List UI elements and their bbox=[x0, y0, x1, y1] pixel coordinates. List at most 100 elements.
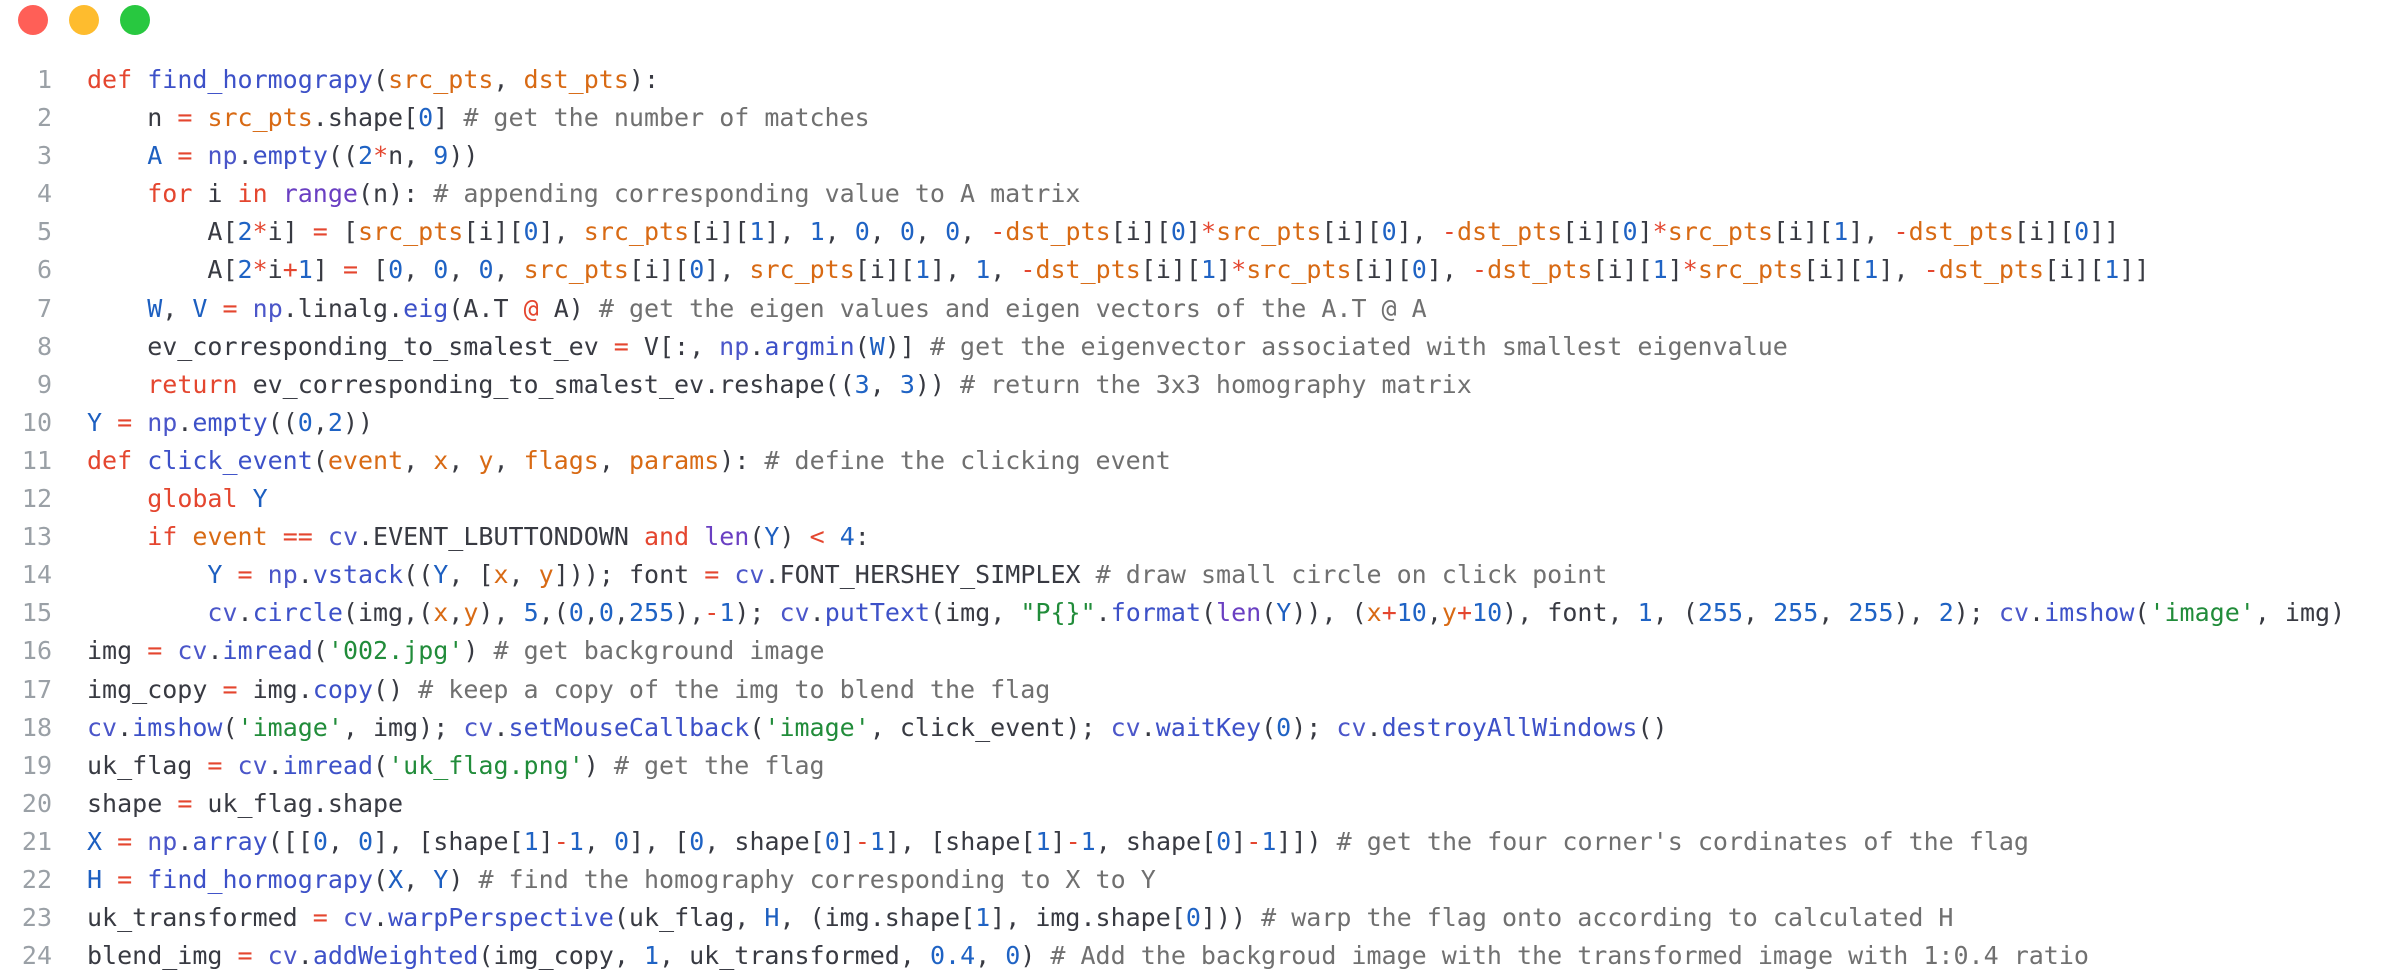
line-number: 8 bbox=[36, 331, 52, 361]
code-token: eig bbox=[403, 293, 449, 323]
code-token: = bbox=[207, 750, 223, 780]
code-line-text: uk_flag = cv.imread('uk_flag.png') # get… bbox=[87, 747, 825, 785]
code-token: ( bbox=[749, 712, 765, 742]
code-token: 0 bbox=[568, 598, 584, 628]
code-token: 0 bbox=[824, 826, 840, 856]
code-token: # return the 3x3 homography matrix bbox=[960, 369, 1472, 399]
code-token: , bbox=[162, 293, 193, 323]
line-number: 23 bbox=[21, 903, 52, 933]
code-token: dst_pts bbox=[523, 65, 629, 94]
code-token: ])); font bbox=[553, 560, 705, 590]
code-token: 255 bbox=[1848, 598, 1894, 628]
code-token: [ bbox=[358, 255, 389, 285]
code-token: src_pts bbox=[357, 217, 464, 247]
code-token: ] bbox=[1050, 826, 1066, 856]
code-token: 0 bbox=[1622, 217, 1638, 247]
code-token: ], bbox=[764, 217, 810, 247]
code-token: # get the flag bbox=[613, 750, 825, 780]
code-line-text: W, V = np.linalg.eig(A.T @ A) # get the … bbox=[87, 290, 1426, 328]
code-token: 10 bbox=[1472, 598, 1503, 628]
code-token: params bbox=[628, 445, 720, 475]
code-token: imshow bbox=[132, 712, 223, 742]
code-token: 0 bbox=[388, 255, 404, 285]
code-token: ]]) bbox=[1276, 826, 1337, 856]
code-token: 'image' bbox=[764, 712, 870, 742]
code-token: - bbox=[1020, 255, 1036, 285]
code-line: 9 return ev_corresponding_to_smalest_ev.… bbox=[0, 366, 2408, 404]
code-token: + bbox=[1381, 598, 1397, 628]
code-token: = bbox=[177, 788, 193, 818]
code-token: y bbox=[1441, 598, 1457, 628]
code-token: - bbox=[990, 217, 1006, 247]
code-token: 0 bbox=[1170, 217, 1186, 247]
code-token: Y bbox=[252, 484, 268, 514]
code-token: . bbox=[493, 712, 509, 742]
code-token: np bbox=[267, 560, 298, 590]
code-token: 0 bbox=[1276, 712, 1292, 742]
close-window-button[interactable] bbox=[18, 5, 48, 35]
code-token: # draw small circle on click point bbox=[1095, 560, 1608, 590]
code-token: # keep a copy of the img to blend the fl… bbox=[418, 674, 1051, 704]
code-token: .linalg. bbox=[282, 293, 404, 323]
code-token: ] bbox=[538, 826, 554, 856]
code-token: uk_flag bbox=[87, 750, 208, 780]
code-editor[interactable]: 1 def find_hormograpy(src_pts, dst_pts): 2… bbox=[0, 61, 2408, 975]
code-token: (img, bbox=[930, 598, 1021, 628]
code-token: . bbox=[177, 407, 193, 437]
code-token: 255 bbox=[628, 598, 675, 628]
code-token: 1 bbox=[1863, 255, 1879, 285]
code-token: [i][ bbox=[628, 255, 690, 285]
code-token: # Add the backgroud image with the trans… bbox=[1050, 941, 2089, 971]
code-token: 0 bbox=[1005, 941, 1021, 971]
code-token: dst_pts bbox=[1005, 217, 1111, 247]
code-token: 0 bbox=[613, 826, 630, 856]
code-token: , bbox=[327, 826, 359, 856]
code-token: warpPerspective bbox=[388, 903, 614, 933]
code-token: 5 bbox=[523, 598, 539, 628]
code-token: x bbox=[1366, 598, 1382, 628]
code-token: A[ bbox=[87, 217, 238, 247]
line-number: 10 bbox=[21, 407, 52, 437]
code-token: , img) bbox=[2254, 598, 2346, 628]
code-token: = bbox=[312, 903, 328, 933]
line-number: 3 bbox=[36, 141, 52, 171]
code-token: 0 bbox=[312, 826, 328, 856]
code-token: cv bbox=[207, 598, 238, 628]
code-token: empty bbox=[192, 407, 268, 437]
code-token: (img,( bbox=[342, 598, 434, 628]
line-number: 7 bbox=[36, 293, 52, 323]
minimize-window-button[interactable] bbox=[69, 5, 99, 35]
line-number: 5 bbox=[36, 217, 52, 247]
code-token: : bbox=[854, 522, 870, 552]
code-token: ): bbox=[628, 65, 659, 94]
code-token: ev_corresponding_to_smalest_ev bbox=[87, 331, 614, 361]
code-token: ], bbox=[1396, 217, 1442, 247]
code-token: , bbox=[598, 445, 629, 475]
code-line: 3 A = np.empty((2*n, 9)) bbox=[0, 137, 2408, 175]
code-token: return bbox=[147, 369, 238, 399]
code-token: ), font, bbox=[1502, 598, 1638, 628]
code-token: ]] bbox=[2119, 255, 2150, 285]
code-token: )) bbox=[448, 141, 479, 171]
code-token: )) bbox=[914, 369, 961, 399]
code-token: 1 bbox=[643, 941, 660, 971]
code-token: ( bbox=[749, 522, 765, 552]
code-token: )] bbox=[884, 331, 930, 361]
zoom-window-button[interactable] bbox=[120, 5, 150, 35]
code-token: < bbox=[809, 522, 825, 552]
code-line-text: cv.imshow('image', img); cv.setMouseCall… bbox=[87, 709, 1668, 747]
code-token: 0 bbox=[358, 826, 374, 856]
code-token: A) bbox=[538, 293, 599, 323]
code-token: . bbox=[297, 941, 313, 971]
code-line: 11 def click_event(event, x, y, flags, pa… bbox=[0, 442, 2408, 480]
code-token: ( bbox=[373, 864, 389, 894]
code-token: ); bbox=[734, 598, 780, 628]
code-token: (( bbox=[403, 560, 434, 590]
code-token: src_pts bbox=[523, 255, 629, 285]
code-token: * bbox=[1231, 255, 1247, 285]
